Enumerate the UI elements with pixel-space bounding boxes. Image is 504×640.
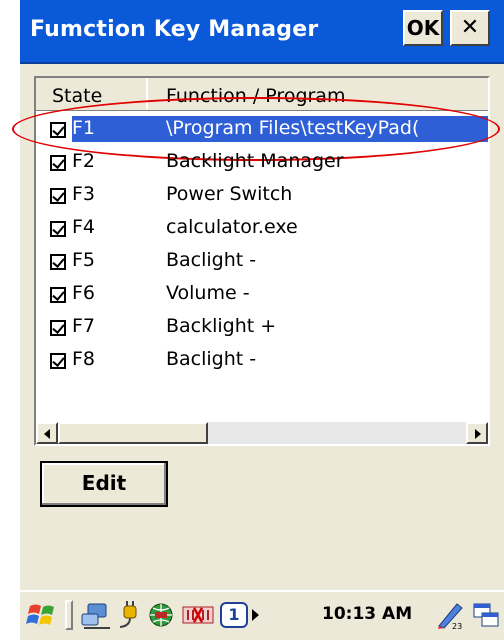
key-label: F8 xyxy=(72,348,96,370)
program-label: Baclight - xyxy=(166,249,257,271)
state-checkbox[interactable] xyxy=(50,188,66,204)
globe-icon[interactable] xyxy=(146,600,176,630)
key-label: F4 xyxy=(72,216,96,238)
taskbar: 1 10:13 AM 23 xyxy=(20,590,504,640)
input-mode-badge[interactable]: 1 xyxy=(220,602,248,628)
list-row-f3[interactable]: F3 Power Switch xyxy=(36,181,488,214)
list-row-f8[interactable]: F8 Baclight - xyxy=(36,346,488,379)
input-panel-icon[interactable]: 23 xyxy=(435,600,465,630)
program-label: Baclight - xyxy=(166,348,257,370)
list-row-f1[interactable]: F1 \Program Files\testKeyPad( xyxy=(12,97,500,161)
scrollbar-thumb[interactable] xyxy=(58,422,208,444)
list-rows: F1 \Program Files\testKeyPad( F2 Backlig… xyxy=(12,97,500,379)
taskbar-separator xyxy=(65,600,73,630)
window-title: Fumction Key Manager xyxy=(30,17,319,42)
clock[interactable]: 10:13 AM xyxy=(322,604,412,624)
program-label: Backlight Manager xyxy=(166,150,344,172)
state-checkbox[interactable] xyxy=(50,122,66,138)
power-plug-icon[interactable] xyxy=(116,600,144,630)
column-header-function[interactable]: Function / Program xyxy=(148,78,488,109)
key-label: F5 xyxy=(72,249,96,271)
key-label: F2 xyxy=(72,150,96,172)
key-label: F1 xyxy=(72,117,96,139)
tray-expand-icon[interactable] xyxy=(252,609,259,621)
key-label: F7 xyxy=(72,315,96,337)
program-label: calculator.exe xyxy=(166,216,298,238)
key-label: F6 xyxy=(72,282,96,304)
scroll-left-button[interactable] xyxy=(36,422,58,444)
function-key-list[interactable]: State Function / Program F1 \Program Fil… xyxy=(12,76,500,446)
close-button[interactable]: ✕ xyxy=(450,10,490,46)
state-checkbox[interactable] xyxy=(50,320,66,336)
disconnected-icon[interactable] xyxy=(180,600,216,630)
list-header: State Function / Program xyxy=(36,78,488,111)
state-checkbox[interactable] xyxy=(50,155,66,171)
title-bar: Fumction Key Manager OK ✕ xyxy=(20,0,504,64)
key-label: F3 xyxy=(72,183,96,205)
svg-text:23: 23 xyxy=(452,622,462,630)
program-label: Backlight + xyxy=(166,315,277,337)
list-row-f6[interactable]: F6 Volume - xyxy=(36,280,488,313)
program-label: \Program Files\testKeyPad( xyxy=(166,117,420,139)
windows-start-icon[interactable] xyxy=(26,600,60,630)
network-icon[interactable] xyxy=(80,600,112,630)
state-checkbox[interactable] xyxy=(50,353,66,369)
state-checkbox[interactable] xyxy=(50,221,66,237)
program-label: Power Switch xyxy=(166,183,293,205)
column-header-state[interactable]: State xyxy=(36,78,148,109)
app-window: Fumction Key Manager OK ✕ State Function… xyxy=(12,0,504,640)
arrow-left-icon xyxy=(44,429,50,439)
scroll-right-button[interactable] xyxy=(466,422,488,444)
state-checkbox[interactable] xyxy=(50,254,66,270)
list-row-f5[interactable]: F5 Baclight - xyxy=(36,247,488,280)
list-row-f4[interactable]: F4 calculator.exe xyxy=(36,214,488,247)
program-label: Volume - xyxy=(166,282,250,304)
list-row-f2[interactable]: F2 Backlight Manager xyxy=(36,148,488,181)
window-switch-icon[interactable] xyxy=(472,600,500,630)
horizontal-scrollbar[interactable] xyxy=(36,422,488,444)
edit-button[interactable]: Edit xyxy=(40,461,168,507)
ok-button[interactable]: OK xyxy=(403,10,443,46)
arrow-right-icon xyxy=(475,429,481,439)
state-checkbox[interactable] xyxy=(50,287,66,303)
list-row-f7[interactable]: F7 Backlight + xyxy=(36,313,488,346)
